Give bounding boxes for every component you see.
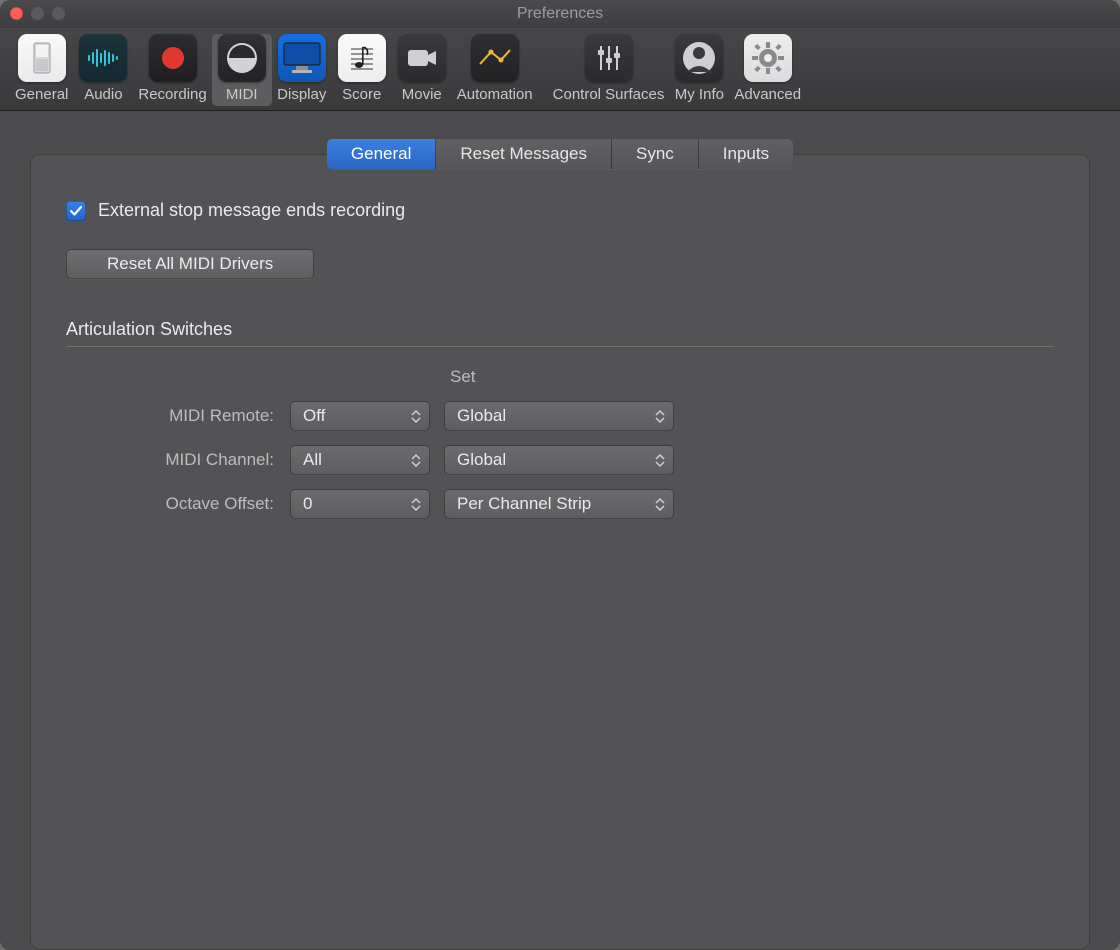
toolbar-item-my-info[interactable]: My Info [669,34,729,106]
articulation-form: Set MIDI Remote: Off Global [66,367,1054,519]
toolbar-item-control-surfaces[interactable]: Control Surfaces [548,34,670,106]
midi-channel-value: All [303,450,322,470]
midi-remote-value: Off [303,406,325,426]
toolbar-item-display[interactable]: Display [272,34,332,106]
toolbar-item-advanced[interactable]: Advanced [729,34,806,106]
switch-icon [18,34,66,82]
camera-icon [398,34,446,82]
octave-offset-set-popup[interactable]: Per Channel Strip [444,489,674,519]
toolbar-label: MIDI [226,86,258,103]
tab-inputs[interactable]: Inputs [699,139,793,169]
octave-offset-value: 0 [303,494,312,514]
titlebar: Preferences [0,0,1120,28]
external-stop-checkbox[interactable] [66,201,86,221]
zoom-window-button[interactable] [52,7,65,20]
toolbar-item-audio[interactable]: Audio [73,34,133,106]
window-title: Preferences [0,5,1120,23]
toolbar-item-general[interactable]: General [10,34,73,106]
sub-tabs: General Reset Messages Sync Inputs [327,139,793,169]
stepper-arrows-icon [655,410,665,423]
midi-remote-label: MIDI Remote: [66,406,276,426]
articulation-switches-header: Articulation Switches [66,319,1054,347]
automation-icon [471,34,519,82]
set-column-header: Set [444,367,674,387]
midi-remote-popup[interactable]: Off [290,401,430,431]
stepper-arrows-icon [655,498,665,511]
content-area: General Reset Messages Sync Inputs Exter… [0,111,1120,950]
close-window-button[interactable] [10,7,23,20]
octave-offset-label: Octave Offset: [66,494,276,514]
toolbar-label: Advanced [734,86,801,103]
toolbar: General Audio Recording MIDI Display [0,28,1120,111]
midi-channel-label: MIDI Channel: [66,450,276,470]
toolbar-item-score[interactable]: Score [332,34,392,106]
waveform-icon [79,34,127,82]
stepper-arrows-icon [655,454,665,467]
toolbar-item-automation[interactable]: Automation [452,34,538,106]
toolbar-label: Recording [138,86,206,103]
midi-icon [218,34,266,82]
toolbar-label: My Info [675,86,724,103]
toolbar-label: Movie [402,86,442,103]
midi-channel-popup[interactable]: All [290,445,430,475]
external-stop-label: External stop message ends recording [98,200,405,221]
toolbar-label: General [15,86,68,103]
tab-sync[interactable]: Sync [612,139,699,169]
external-stop-row: External stop message ends recording [66,200,1054,221]
tab-general[interactable]: General [327,139,436,169]
toolbar-item-recording[interactable]: Recording [133,34,211,106]
octave-offset-popup[interactable]: 0 [290,489,430,519]
toolbar-label: Automation [457,86,533,103]
stepper-arrows-icon [411,410,421,423]
toolbar-label: Score [342,86,381,103]
preferences-window: Preferences General Audio Recording [0,0,1120,950]
minimize-window-button[interactable] [31,7,44,20]
gear-icon [744,34,792,82]
tab-reset-messages[interactable]: Reset Messages [436,139,612,169]
toolbar-label: Control Surfaces [553,86,665,103]
sliders-icon [585,34,633,82]
stepper-arrows-icon [411,454,421,467]
toolbar-label: Display [277,86,326,103]
midi-channel-set-popup[interactable]: Global [444,445,674,475]
midi-general-panel: External stop message ends recording Res… [30,154,1090,950]
midi-remote-set-value: Global [457,406,506,426]
record-icon [149,34,197,82]
midi-remote-set-popup[interactable]: Global [444,401,674,431]
monitor-icon [278,34,326,82]
music-note-icon [338,34,386,82]
octave-offset-set-value: Per Channel Strip [457,494,591,514]
stepper-arrows-icon [411,498,421,511]
reset-midi-drivers-button[interactable]: Reset All MIDI Drivers [66,249,314,279]
toolbar-label: Audio [84,86,122,103]
toolbar-item-movie[interactable]: Movie [392,34,452,106]
midi-channel-set-value: Global [457,450,506,470]
toolbar-item-midi[interactable]: MIDI [212,34,272,106]
traffic-lights [10,7,65,20]
person-icon [675,34,723,82]
